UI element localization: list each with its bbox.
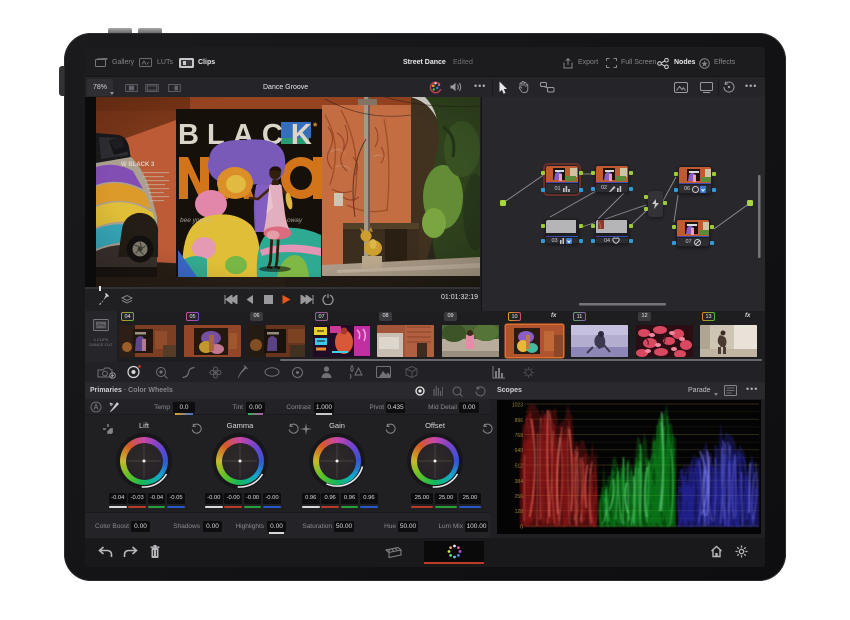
svg-text:640: 640 [515, 448, 524, 454]
svg-text:768: 768 [515, 433, 524, 439]
svg-text:1023: 1023 [512, 403, 523, 409]
svg-text:896: 896 [515, 418, 524, 424]
svg-text:128: 128 [515, 509, 524, 515]
svg-text:512: 512 [515, 464, 524, 470]
svg-text:384: 384 [515, 479, 524, 485]
svg-text:0: 0 [520, 525, 523, 531]
svg-text:256: 256 [515, 494, 524, 500]
